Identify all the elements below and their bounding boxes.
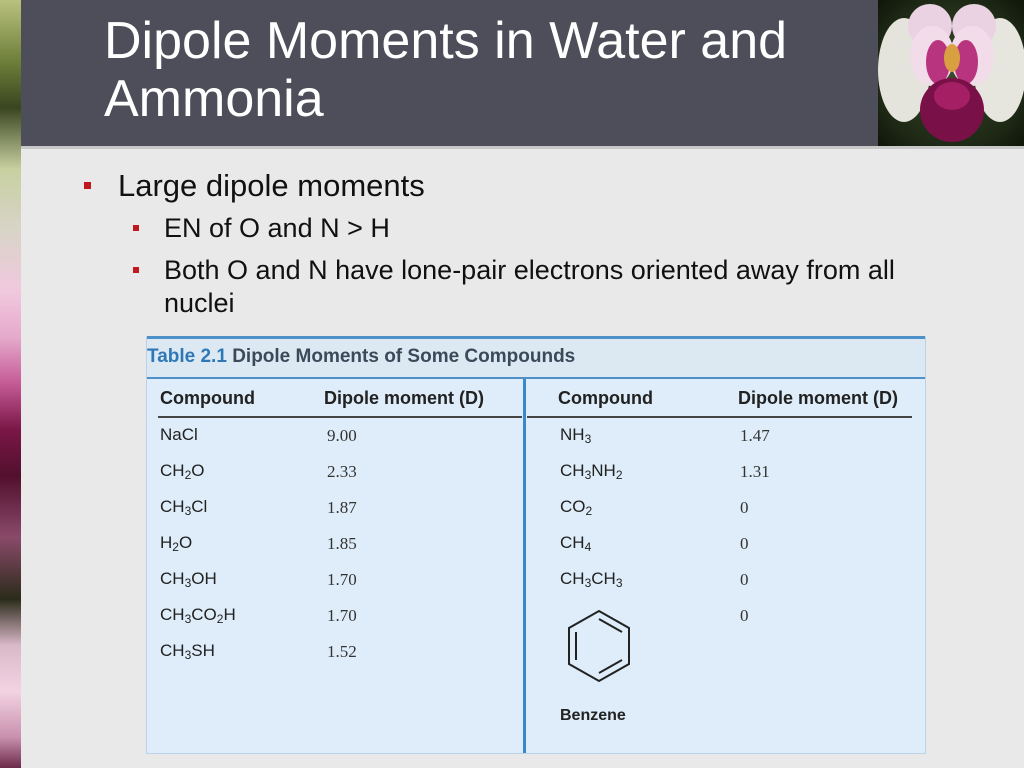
right-value-cell: 0 [740, 534, 749, 553]
left-value-cell: 9.00 [327, 426, 357, 445]
left-compound-cell: NaCl [160, 425, 198, 444]
right-value-cell: 1.31 [740, 462, 770, 481]
header-underline-left [158, 416, 522, 418]
header-right-compound: Compound [558, 388, 653, 408]
table-header-rule [147, 377, 925, 379]
left-value-cell: 1.85 [327, 534, 357, 553]
header-left-compound: Compound [160, 388, 255, 408]
bullet-marker [84, 182, 91, 189]
right-value-cell: 0 [740, 606, 749, 625]
left-value-cell: 1.70 [327, 570, 357, 589]
right-compound-cell: CH3NH2 [560, 461, 623, 482]
header-right-value: Dipole moment (D) [738, 388, 898, 408]
orchid-decoration-strip [0, 0, 21, 768]
bullet-lone-pairs: Both O and N have lone-pair electrons or… [164, 255, 895, 318]
table-caption: Table 2.1 Dipole Moments of Some Compoun… [147, 346, 575, 368]
table-caption-text: Dipole Moments of Some Compounds [232, 346, 576, 367]
left-compound-cell: CH3OH [160, 569, 217, 590]
right-value-cell: 0 [740, 570, 749, 589]
orchid-image [878, 4, 1024, 142]
right-compound-cell: CH4 [560, 533, 592, 554]
table-column-divider [523, 379, 526, 753]
benzene-label: Benzene [560, 707, 626, 724]
left-compound-cell: CH3Cl [160, 497, 208, 518]
right-compound-cell: CO2 [560, 497, 593, 518]
orchid-photo [878, 0, 1024, 146]
right-value-cell: 1.47 [740, 426, 770, 445]
left-value-cell: 1.70 [327, 606, 357, 625]
right-value-cell: 0 [740, 498, 749, 517]
left-compound-cell: H2O [160, 533, 193, 554]
sub-bullet-marker [133, 225, 139, 231]
sub-bullet-marker [133, 267, 139, 273]
header-left-value: Dipole moment (D) [324, 388, 484, 408]
bullet-electronegativity: EN of O and N > H [164, 213, 390, 243]
right-compound-cell: CH3CH3 [560, 569, 623, 590]
bullet-large-dipole: Large dipole moments [118, 168, 425, 203]
dipole-moment-table: Table 2.1 Dipole Moments of Some Compoun… [146, 336, 926, 754]
title-divider [21, 146, 1024, 149]
benzene-ring-icon [568, 609, 630, 683]
right-compound-cell: NH3 [560, 425, 592, 446]
slide-title: Dipole Moments in Water and Ammonia [104, 12, 788, 128]
left-compound-cell: CH3SH [160, 641, 215, 662]
left-compound-cell: CH2O [160, 461, 205, 482]
title-bar: Dipole Moments in Water and Ammonia [21, 0, 878, 146]
left-value-cell: 2.33 [327, 462, 357, 481]
table-caption-number: Table 2.1 [147, 346, 227, 367]
left-value-cell: 1.87 [327, 498, 357, 517]
left-value-cell: 1.52 [327, 642, 357, 661]
left-compound-cell: CH3CO2H [160, 605, 236, 626]
header-underline-right [527, 416, 912, 418]
